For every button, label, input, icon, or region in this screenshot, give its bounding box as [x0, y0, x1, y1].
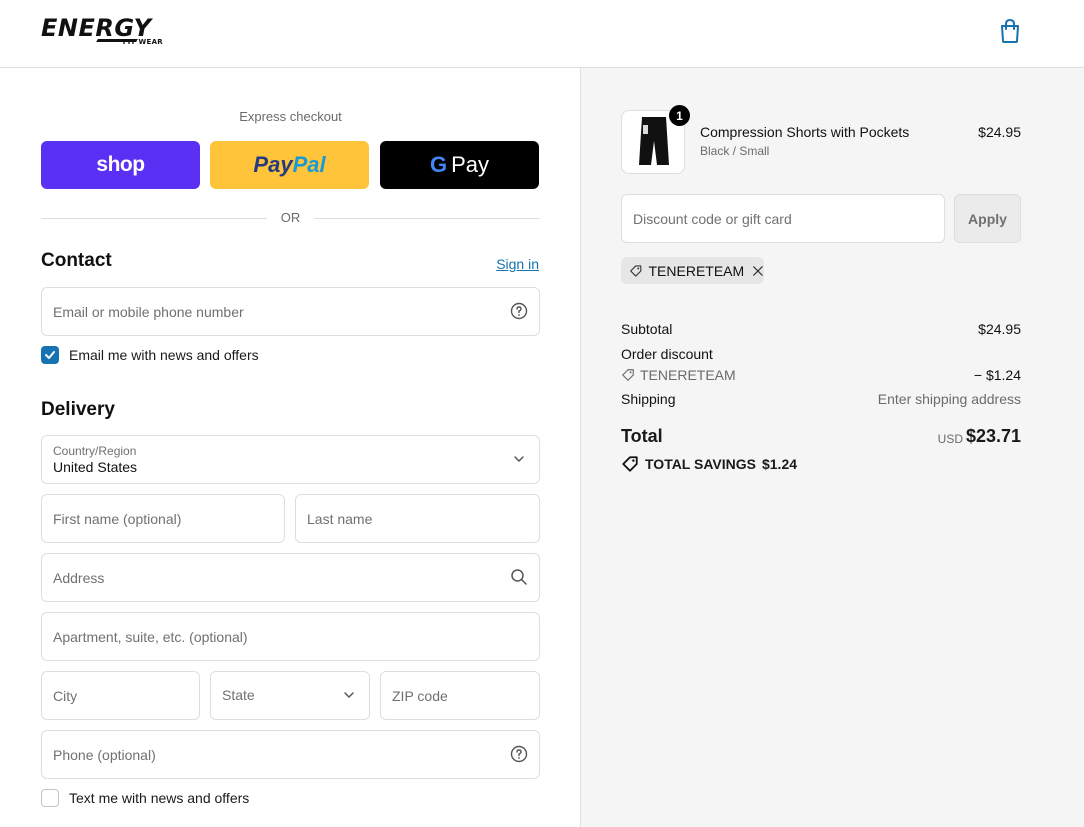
contact-heading: Contact — [41, 250, 112, 271]
state-select[interactable]: State — [210, 671, 370, 720]
order-discount-row: Order discount — [621, 346, 1021, 366]
email-field[interactable]: Email or mobile phone number — [41, 287, 540, 336]
address-field[interactable]: Address — [41, 553, 540, 602]
paypal-button[interactable]: PayPal — [210, 141, 369, 189]
address-placeholder: Address — [53, 570, 105, 586]
express-checkout-label: Express checkout — [239, 109, 342, 124]
shopping-bag-icon[interactable] — [998, 18, 1022, 44]
google-pay-button[interactable]: G Pay — [380, 141, 539, 189]
last-name-placeholder: Last name — [307, 511, 373, 527]
shipping-value: Enter shipping address — [877, 391, 1021, 407]
country-select[interactable]: Country/Region United States — [41, 435, 540, 484]
chevron-down-icon — [344, 692, 354, 699]
apartment-field[interactable]: Apartment, suite, etc. (optional) — [41, 612, 540, 661]
shop-pay-label: shop — [96, 153, 145, 176]
savings-label: TOTAL SAVINGS — [645, 456, 756, 472]
tag-icon — [622, 369, 634, 381]
order-discount-label: Order discount — [621, 346, 713, 362]
help-icon[interactable] — [510, 302, 528, 320]
sign-in-link[interactable]: Sign in — [496, 256, 539, 272]
last-name-field[interactable]: Last name — [295, 494, 540, 543]
discount-code-label: TENERETEAM — [640, 367, 736, 383]
discount-code-input[interactable]: Discount code or gift card — [621, 194, 945, 243]
first-name-field[interactable]: First name (optional) — [41, 494, 285, 543]
quantity-badge: 1 — [669, 105, 690, 126]
discount-code-info: TENERETEAM — [621, 367, 1021, 383]
total-savings: TOTAL SAVINGS $1.24 — [621, 454, 797, 474]
currency-label: USD — [937, 432, 963, 446]
checkout-form-column: Express checkout shop PayPal G Pay OR Co… — [0, 68, 581, 827]
email-news-label: Email me with news and offers — [69, 347, 259, 363]
order-summary-column: 1 Compression Shorts with Pockets Black … — [581, 68, 1084, 827]
divider-line — [314, 218, 540, 219]
city-field[interactable]: City — [41, 671, 200, 720]
country-value: United States — [53, 459, 138, 475]
tag-icon — [630, 264, 642, 277]
shop-pay-button[interactable]: shop — [41, 141, 200, 189]
shipping-row: Shipping Enter shipping address — [621, 391, 1021, 411]
applied-code-label: TENERETEAM — [648, 262, 745, 279]
paypal-label: PayPal — [253, 152, 325, 178]
sms-news-checkbox[interactable] — [41, 789, 59, 807]
subtotal-value: $24.95 — [978, 321, 1021, 337]
zip-field[interactable]: ZIP code — [380, 671, 540, 720]
chevron-down-icon — [514, 456, 524, 463]
remove-discount-icon[interactable] — [752, 264, 764, 278]
logo-subtext: FIT WEAR — [122, 38, 163, 46]
total-label: Total — [621, 426, 663, 446]
paypal-label-part1: Pay — [253, 152, 293, 177]
state-placeholder: State — [222, 687, 255, 703]
delivery-heading: Delivery — [41, 399, 115, 420]
product-variant: Black / Small — [700, 144, 770, 158]
site-header: ENERGY FIT WEAR — [0, 0, 1084, 68]
total-value: $23.71 — [965, 426, 1021, 446]
savings-value: $1.24 — [761, 456, 798, 472]
email-news-checkbox[interactable] — [41, 346, 59, 364]
brand-logo[interactable]: ENERGY FIT WEAR — [41, 14, 173, 48]
phone-placeholder: Phone (optional) — [53, 747, 156, 763]
subtotal-row: Subtotal $24.95 — [621, 321, 1021, 341]
email-news-option[interactable]: Email me with news and offers — [41, 345, 259, 365]
apartment-placeholder: Apartment, suite, etc. (optional) — [53, 629, 248, 645]
sms-news-label: Text me with news and offers — [69, 790, 250, 806]
applied-discount-chip: TENERETEAM — [621, 257, 764, 284]
total-row: Total USD $23.71 — [621, 426, 1021, 452]
apply-discount-button[interactable]: Apply — [954, 194, 1021, 243]
tag-icon — [622, 456, 638, 472]
search-icon — [511, 569, 527, 585]
help-icon[interactable] — [510, 745, 528, 763]
phone-field[interactable]: Phone (optional) — [41, 730, 540, 779]
discount-value: − $1.24 — [973, 367, 1021, 383]
or-divider: OR — [41, 208, 540, 228]
paypal-label-part2: Pal — [292, 152, 326, 177]
country-label: Country/Region — [53, 444, 137, 458]
city-placeholder: City — [53, 688, 78, 704]
shipping-label: Shipping — [621, 391, 676, 407]
first-name-placeholder: First name (optional) — [53, 511, 182, 527]
subtotal-label: Subtotal — [621, 321, 673, 337]
product-name: Compression Shorts with Pockets — [700, 124, 910, 140]
email-placeholder: Email or mobile phone number — [53, 304, 244, 320]
sms-news-option[interactable]: Text me with news and offers — [41, 788, 249, 808]
google-g-icon: G — [429, 152, 448, 177]
product-price: $24.95 — [978, 124, 1021, 140]
google-pay-label: Pay — [451, 152, 490, 177]
discount-placeholder: Discount code or gift card — [633, 211, 792, 227]
zip-placeholder: ZIP code — [392, 688, 448, 704]
discount-code-row: TENERETEAM − $1.24 — [621, 367, 1021, 387]
check-icon — [45, 351, 55, 359]
